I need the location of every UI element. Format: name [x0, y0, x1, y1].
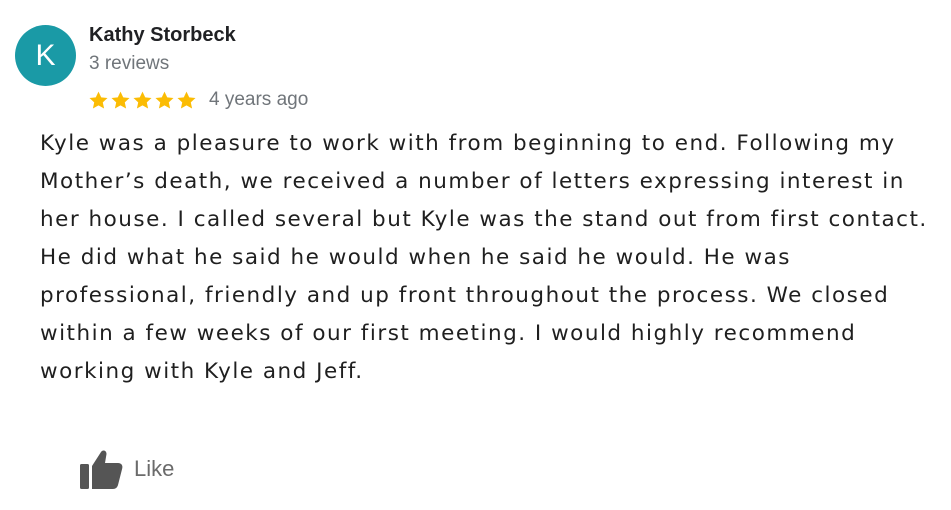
rating-row: 4 years ago — [88, 87, 308, 113]
reviewer-name[interactable]: Kathy Storbeck — [89, 24, 236, 47]
review-count: 3 reviews — [89, 53, 170, 74]
avatar[interactable]: K — [15, 25, 76, 86]
review-paragraph: He did what he said he would when he sai… — [40, 245, 890, 384]
like-label: Like — [134, 456, 175, 481]
star-icon — [133, 91, 152, 109]
review-paragraph: Kyle was a pleasure to work with from be… — [40, 131, 928, 232]
avatar-initial: K — [35, 38, 56, 72]
review-age: 4 years ago — [209, 89, 309, 110]
thumbs-up-icon — [80, 450, 123, 489]
star-icon — [111, 91, 130, 109]
star-icon — [89, 91, 108, 109]
star-rating — [88, 90, 197, 111]
star-icon — [155, 91, 174, 109]
star-icon — [177, 91, 196, 109]
like-button[interactable]: Like — [78, 446, 174, 492]
review-card: K Kathy Storbeck 3 reviews 4 years ago K… — [0, 0, 951, 510]
review-text: Kyle was a pleasure to work with from be… — [40, 125, 946, 391]
